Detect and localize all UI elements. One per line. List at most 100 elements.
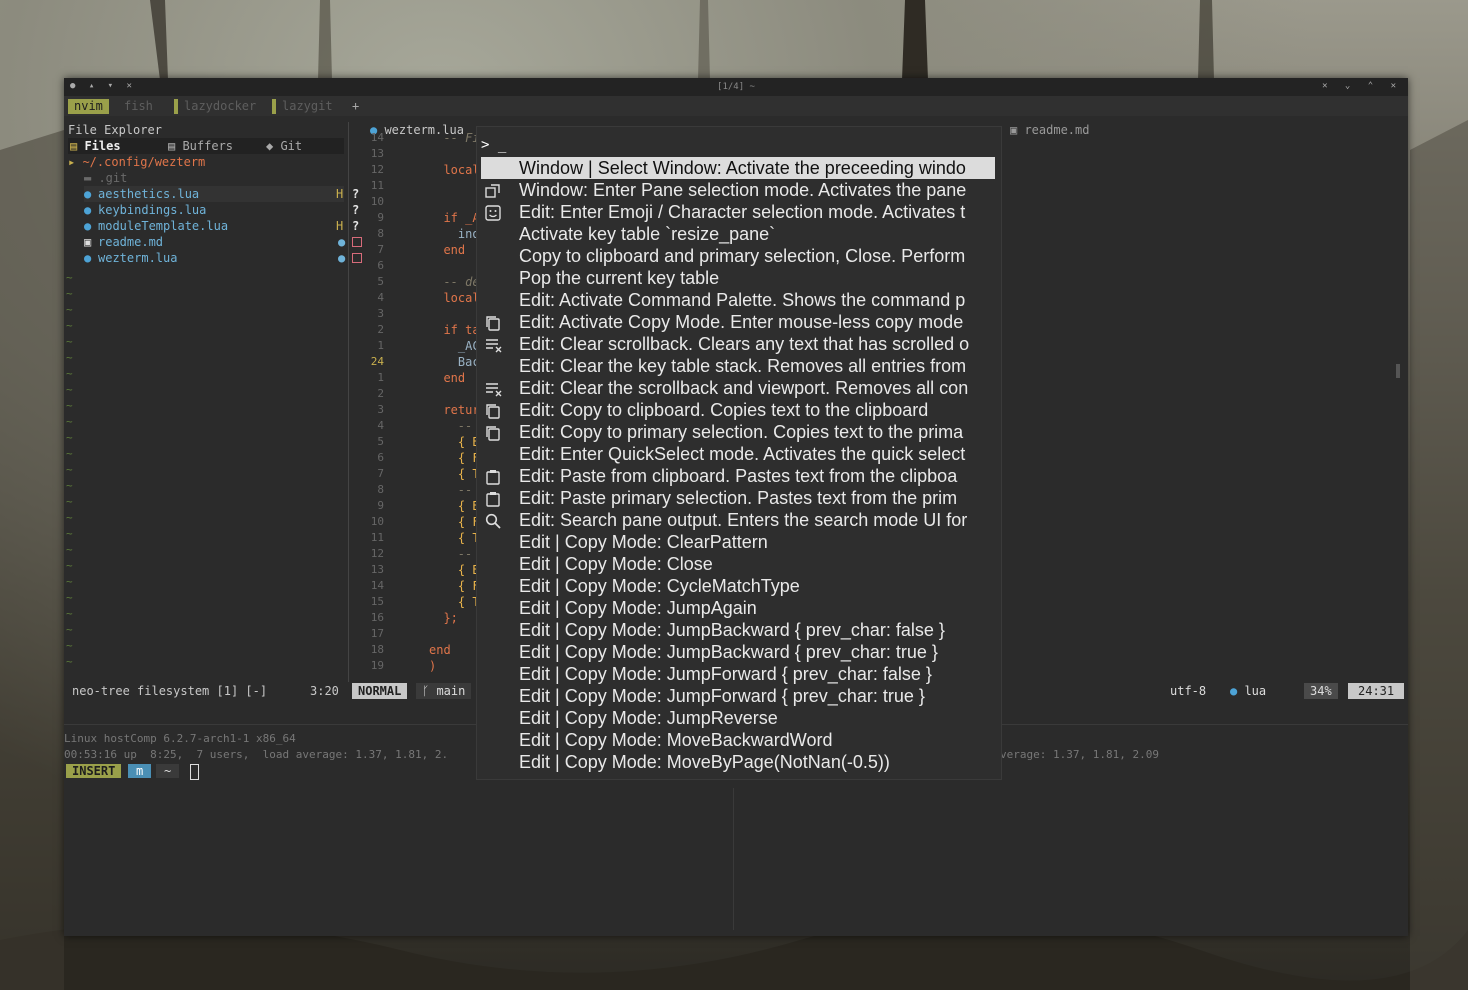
list-item[interactable]: ▣ readme.md ● (84, 234, 362, 250)
palette-item[interactable]: Window | Select Window: Activate the pre… (481, 157, 995, 179)
tab-lazygit[interactable]: lazygit (266, 99, 339, 114)
palette-item-label: Edit: Clear the scrollback and viewport.… (519, 378, 969, 398)
palette-item[interactable]: Edit | Copy Mode: JumpBackward { prev_ch… (481, 619, 995, 641)
palette-item[interactable]: Window: Enter Pane selection mode. Activ… (481, 179, 995, 201)
line-number: 24 (370, 355, 384, 368)
file-type: ● lua (1230, 684, 1267, 698)
palette-item[interactable]: Edit: Enter Emoji / Character selection … (481, 201, 995, 223)
tab-lazydocker[interactable]: lazydocker (168, 99, 262, 114)
line-number: 13 (370, 147, 384, 160)
palette-item[interactable]: Edit | Copy Mode: JumpForward { prev_cha… (481, 685, 995, 707)
modified-dot-icon: ● (338, 235, 346, 249)
scroll-percent: 34% (1304, 683, 1338, 699)
terminal-line-right: verage: 1.37, 1.81, 2.09 (1000, 748, 1159, 761)
palette-item-label: Edit: Search pane output. Enters the sea… (519, 510, 968, 530)
scrollbar-thumb[interactable] (1396, 364, 1400, 378)
palette-item[interactable]: Edit: Copy to primary selection. Copies … (481, 421, 995, 443)
palette-item[interactable]: Edit: Paste from clipboard. Pastes text … (481, 465, 995, 487)
palette-item-label: Edit | Copy Mode: CycleMatchType (519, 576, 800, 596)
line-number: 7 (377, 243, 384, 256)
line-number: 3 (377, 403, 384, 416)
line-number: 4 (377, 291, 384, 304)
tab-bar: nvim fish lazydocker lazygit + (64, 96, 1408, 116)
folder-icon: ▬ (84, 171, 99, 185)
palette-item-label: Edit | Copy Mode: Close (519, 554, 713, 574)
palette-item[interactable]: Edit | Copy Mode: ClearPattern (481, 531, 995, 553)
git-status-flag: H (336, 219, 344, 233)
markdown-icon: ▣ (84, 235, 92, 249)
palette-item[interactable]: Edit | Copy Mode: MoveByPage(NotNan(-0.5… (481, 751, 995, 773)
palette-input[interactable]: > _ (481, 137, 506, 153)
line-number: 10 (370, 195, 384, 208)
palette-item[interactable]: Edit: Clear the scrollback and viewport.… (481, 377, 995, 399)
palette-item[interactable]: Pop the current key table (481, 267, 995, 289)
palette-item[interactable]: Edit | Copy Mode: JumpReverse (481, 707, 995, 729)
lua-icon: ● (84, 251, 92, 265)
palette-item[interactable]: Edit: Clear the key table stack. Removes… (481, 355, 995, 377)
new-tab-button[interactable]: + (346, 99, 365, 114)
palette-item-label: Edit: Copy to primary selection. Copies … (519, 422, 964, 442)
line-number: 11 (370, 531, 384, 544)
palette-item[interactable]: Copy to clipboard and primary selection,… (481, 245, 995, 267)
list-item[interactable]: ● aesthetics.lua H? (84, 186, 359, 202)
tab-files[interactable]: ▤ Files (70, 138, 121, 154)
list-item[interactable]: ▬ .git (84, 170, 127, 186)
palette-item[interactable]: Edit: Activate Command Palette. Shows th… (481, 289, 995, 311)
text-cursor (190, 764, 199, 780)
line-number: 9 (377, 499, 384, 512)
window-title: [1/4] ~ (717, 82, 755, 92)
git-icon: ◆ (266, 139, 281, 153)
line-number: 12 (370, 163, 384, 176)
emoji-icon (485, 204, 501, 221)
list-item[interactable]: ● moduleTemplate.lua H? (84, 218, 359, 234)
line-number: 17 (370, 627, 384, 640)
palette-item[interactable]: Edit: Activate Copy Mode. Enter mouse-le… (481, 311, 995, 333)
lua-icon: ● (84, 187, 92, 201)
list-item[interactable]: ● keybindings.lua? (84, 202, 359, 218)
root-folder[interactable]: ▸ ~/.config/wezterm (68, 154, 205, 170)
folder-icon: ▤ (70, 139, 85, 153)
lua-icon: ● (84, 203, 92, 217)
palette-item-label: Edit | Copy Mode: JumpForward { prev_cha… (519, 686, 925, 706)
line-number: 5 (377, 435, 384, 448)
tab-nvim[interactable]: nvim (68, 99, 109, 114)
pane-divider[interactable] (348, 122, 349, 682)
palette-item-label: Edit | Copy Mode: MoveByPage(NotNan(-0.5… (519, 752, 890, 772)
line-number: 9 (377, 211, 384, 224)
file-encoding: utf-8 (1170, 684, 1207, 698)
palette-item[interactable]: Edit: Paste primary selection. Pastes te… (481, 487, 995, 509)
markdown-icon: ▣ (1010, 123, 1025, 137)
palette-item[interactable]: Edit: Copy to clipboard. Copies text to … (481, 399, 995, 421)
palette-item-label: Edit: Paste from clipboard. Pastes text … (519, 466, 958, 486)
tab-buffers[interactable]: ▤ Buffers (168, 138, 233, 154)
palette-item[interactable]: Edit: Clear scrollback. Clears any text … (481, 333, 995, 355)
empty-line-markers: ~ ~ ~ ~ ~ ~ ~ ~ ~ ~ ~ ~ ~ ~ ~ ~ ~ ~ ~ ~ ~ ~ ~ ~ ~ (66, 271, 73, 668)
palette-item[interactable]: Edit: Enter QuickSelect mode. Activates … (481, 443, 995, 465)
palette-item[interactable]: Edit | Copy Mode: MoveBackwardWord (481, 729, 995, 751)
palette-item[interactable]: Edit | Copy Mode: JumpBackward { prev_ch… (481, 641, 995, 663)
window-controls-right[interactable]: ✕ ⌄ ⌃ ✕ (1322, 81, 1402, 91)
palette-item[interactable]: Edit | Copy Mode: CycleMatchType (481, 575, 995, 597)
palette-item-label: Edit | Copy Mode: JumpReverse (519, 708, 778, 728)
line-number: 11 (370, 179, 384, 192)
palette-item-label: Edit: Paste primary selection. Pastes te… (519, 488, 958, 508)
list-item[interactable]: ● wezterm.lua ● (84, 250, 362, 266)
pane-divider[interactable] (733, 788, 734, 930)
tab-git[interactable]: ◆ Git (266, 138, 302, 154)
palette-item[interactable]: Edit | Copy Mode: Close (481, 553, 995, 575)
mode-indicator: NORMAL (352, 683, 408, 699)
line-number: 1 (377, 339, 384, 352)
palette-item-label: Edit | Copy Mode: JumpForward { prev_cha… (519, 664, 932, 684)
palette-item[interactable]: Activate key table `resize_pane` (481, 223, 995, 245)
palette-item[interactable]: Edit | Copy Mode: JumpAgain (481, 597, 995, 619)
line-number: 18 (370, 643, 384, 656)
palette-item[interactable]: Edit | Copy Mode: JumpForward { prev_cha… (481, 663, 995, 685)
buffer-tab-readme[interactable]: ▣ readme.md (1010, 122, 1089, 138)
palette-item-label: Activate key table `resize_pane` (519, 224, 776, 244)
line-number: 5 (377, 275, 384, 288)
line-number-gutter: 14 13 12 11 10 9 8 7 6 5 4 3 2 1 24 1 2 3 4 5 6 7 8 9 10 11 12 13 14… (354, 130, 384, 674)
palette-item-label: Window | Select Window: Activate the pre… (519, 158, 966, 178)
palette-item[interactable]: Edit: Search pane output. Enters the sea… (481, 509, 995, 531)
tab-fish[interactable]: fish (118, 99, 159, 114)
palette-item-label: Edit: Clear the key table stack. Removes… (519, 356, 967, 376)
